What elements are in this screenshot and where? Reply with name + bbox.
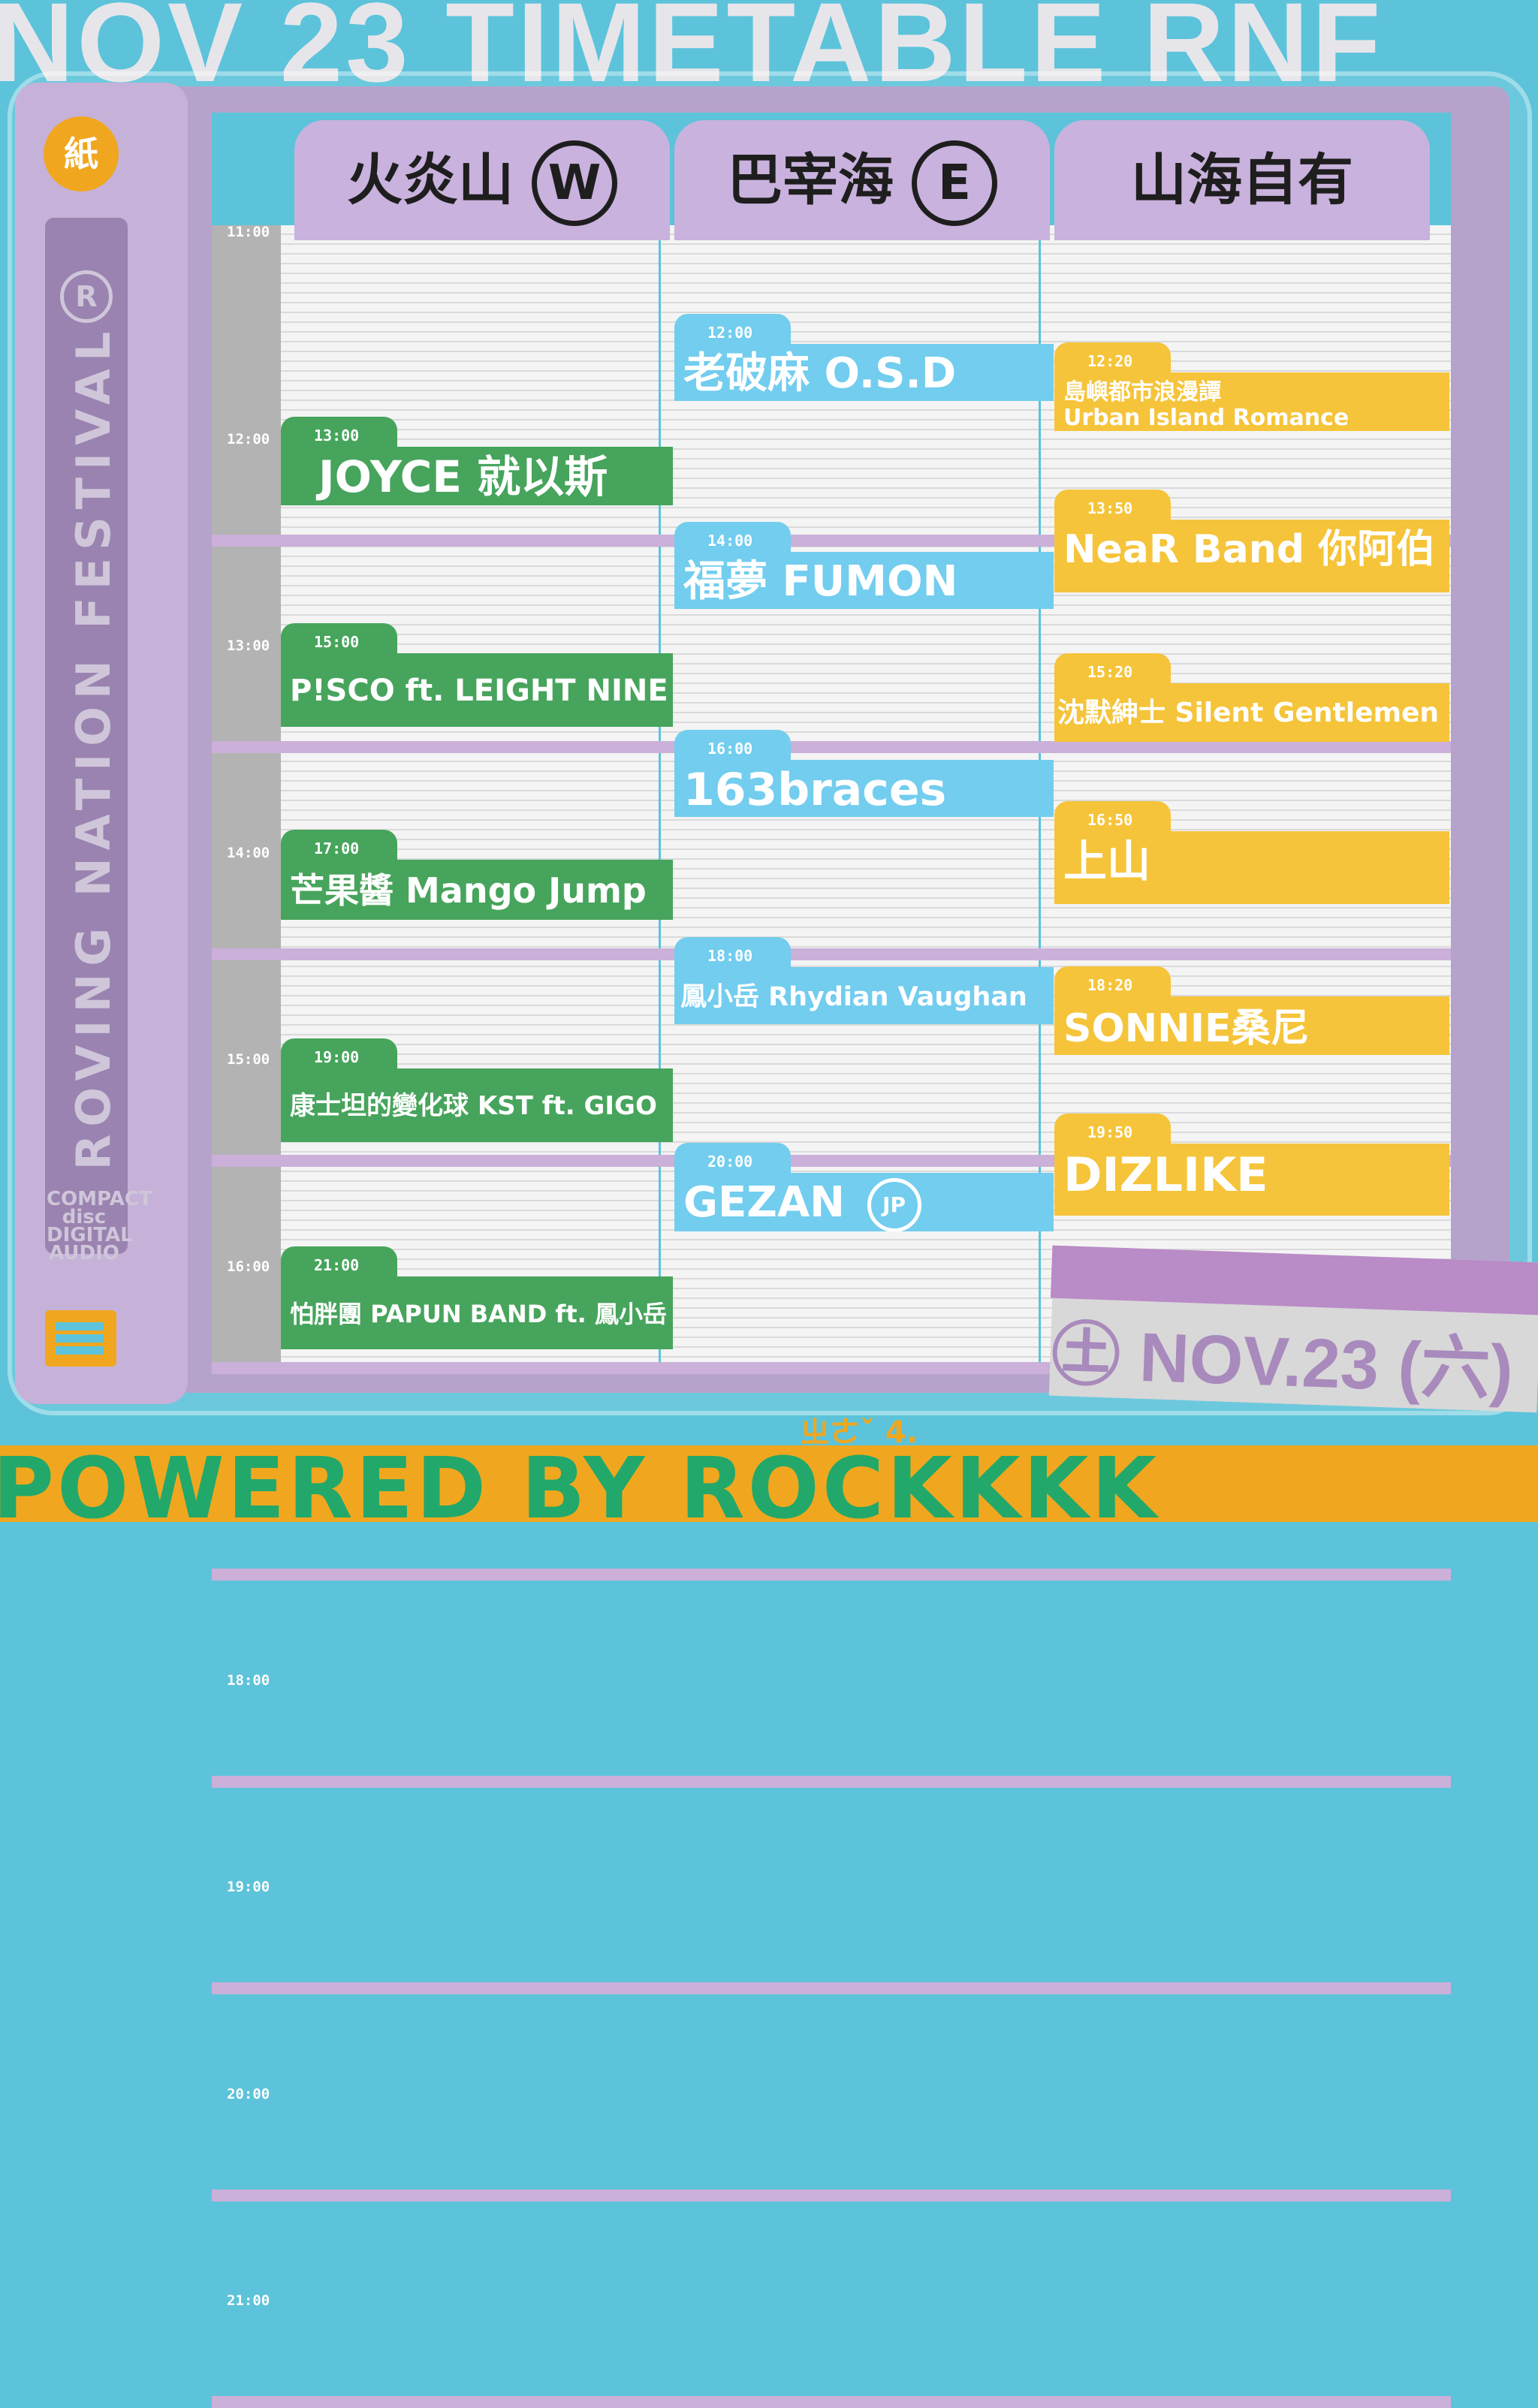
stage-name: 山海自有 — [1131, 148, 1353, 212]
time-label: 21:00 — [227, 2292, 270, 2309]
powered-by-footer: POWERED BY ROCKKKK — [0, 1440, 1160, 1538]
time-label: 13:00 — [227, 637, 270, 654]
slot-time: 12:20 — [1054, 342, 1171, 375]
slot-time: 16:00 — [674, 730, 791, 763]
slot-artist: 怕胖團 PAPUN BAND ft. 鳳小岳 — [281, 1276, 673, 1349]
hour-divider — [212, 2189, 1451, 2202]
slot-artist: 鳳小岳 Rhydian Vaughan — [674, 967, 1054, 1024]
slot-time: 18:00 — [674, 937, 791, 970]
slot-east-3[interactable]: 16:00 163braces — [674, 730, 1054, 817]
time-label: 20:00 — [227, 2085, 270, 2102]
slot-artist: DIZLIKE — [1054, 1144, 1449, 1216]
slot-west-3[interactable]: 17:00 芒果醬 Mango Jump — [281, 830, 673, 920]
slot-time: 18:20 — [1054, 966, 1171, 999]
slot-time: 15:00 — [281, 623, 397, 656]
slot-artist: 沈默紳士 Silent Gentlemen — [1054, 683, 1449, 742]
spine-title: ROVING NATION FESTIVAL — [66, 324, 121, 1171]
slot-time: 19:50 — [1054, 1114, 1171, 1147]
slot-artist: JOYCE 就以斯 — [281, 447, 673, 505]
slot-time: 17:00 — [281, 830, 397, 863]
time-label: 19:00 — [227, 1879, 270, 1895]
time-label: 14:00 — [227, 844, 270, 861]
slot-time: 21:00 — [281, 1246, 397, 1279]
column-west — [281, 225, 659, 1367]
hour-divider — [212, 1569, 1451, 1581]
compact-disc-logo: COMPACT disc DIGITAL AUDIO — [47, 1188, 152, 1264]
slot-time: 16:50 — [1054, 801, 1171, 834]
slot-artist: NeaR Band 你阿伯 — [1054, 520, 1449, 592]
e-logo-icon — [45, 1310, 116, 1367]
stage-name: 火炎山 — [347, 148, 514, 212]
slot-west-4[interactable]: 19:00 康士坦的變化球 KST ft. GIGO — [281, 1038, 673, 1142]
slot-artist: GEZAN — [683, 1178, 846, 1227]
time-label: 18:00 — [227, 1671, 270, 1689]
country-badge-jp: JP — [867, 1177, 921, 1231]
stage-west: 火炎山 W — [294, 120, 670, 240]
slot-artist: 康士坦的變化球 KST ft. GIGO — [281, 1068, 673, 1142]
slot-artist: 163braces — [674, 760, 1054, 817]
slot-shanhai-2[interactable]: 13:50 NeaR Band 你阿伯 — [1054, 490, 1449, 592]
time-label: 16:00 — [227, 1258, 270, 1275]
slot-artist: 福夢 FUMON — [674, 552, 1054, 609]
slot-artist: SONNIE桑尼 — [1054, 996, 1449, 1055]
slot-shanhai-3[interactable]: 15:20 沈默紳士 Silent Gentlemen — [1054, 653, 1449, 742]
time-gutter — [212, 225, 281, 1367]
paper-recycle-icon: 紙 — [44, 116, 119, 191]
date-label: ㊏ NOV.23 (六) — [1050, 1316, 1515, 1409]
time-label: 11:00 — [227, 224, 270, 240]
stage-east: 巴宰海 E — [674, 120, 1050, 240]
hour-divider — [212, 1982, 1451, 1994]
slot-time: 19:00 — [281, 1038, 397, 1071]
slot-west-2[interactable]: 15:00 P!SCO ft. LEIGHT NINE — [281, 623, 673, 727]
slot-west-5[interactable]: 21:00 怕胖團 PAPUN BAND ft. 鳳小岳 — [281, 1246, 673, 1349]
slot-artist: 島嶼都市浪漫譚 — [1063, 379, 1221, 405]
slot-shanhai-5[interactable]: 18:20 SONNIE桑尼 — [1054, 966, 1449, 1055]
slot-artist: 上山 — [1054, 831, 1449, 904]
slot-artist: P!SCO ft. LEIGHT NINE — [281, 653, 673, 727]
hour-divider — [212, 1775, 1451, 1788]
time-label: 12:00 — [227, 430, 270, 448]
slot-time: 20:00 — [674, 1143, 791, 1176]
hour-divider — [212, 2396, 1451, 2408]
slot-time: 15:20 — [1054, 653, 1171, 686]
stage-mark-e: E — [912, 140, 997, 227]
slot-artist: 老破麻 O.S.D — [674, 344, 1054, 401]
slot-east-5[interactable]: 20:00 GEZAN JP — [674, 1143, 1054, 1231]
slot-shanhai-1[interactable]: 12:20 島嶼都市浪漫譚 Urban Island Romance — [1054, 342, 1449, 431]
slot-east-1[interactable]: 12:00 老破麻 O.S.D — [674, 314, 1054, 401]
slot-shanhai-4[interactable]: 16:50 上山 — [1054, 801, 1449, 904]
slot-shanhai-6[interactable]: 19:50 DIZLIKE — [1054, 1114, 1449, 1216]
slot-artist-english: Urban Island Romance — [1063, 405, 1350, 431]
stage-name: 巴宰海 — [727, 148, 894, 212]
stage-shanhai: 山海自有 — [1054, 120, 1430, 240]
time-label: 15:00 — [227, 1051, 270, 1068]
slot-time: 12:00 — [674, 314, 791, 347]
slot-time: 13:50 — [1054, 490, 1171, 523]
slot-artist: 芒果醬 Mango Jump — [281, 860, 673, 920]
slot-east-2[interactable]: 14:00 福夢 FUMON — [674, 522, 1054, 609]
slot-east-4[interactable]: 18:00 鳳小岳 Rhydian Vaughan — [674, 937, 1054, 1024]
registered-mark: R — [60, 270, 113, 323]
slot-time: 14:00 — [674, 522, 791, 555]
slot-time: 13:00 — [281, 417, 397, 450]
slot-west-1[interactable]: 13:00 JOYCE 就以斯 — [281, 417, 673, 505]
stage-mark-w: W — [532, 140, 617, 227]
